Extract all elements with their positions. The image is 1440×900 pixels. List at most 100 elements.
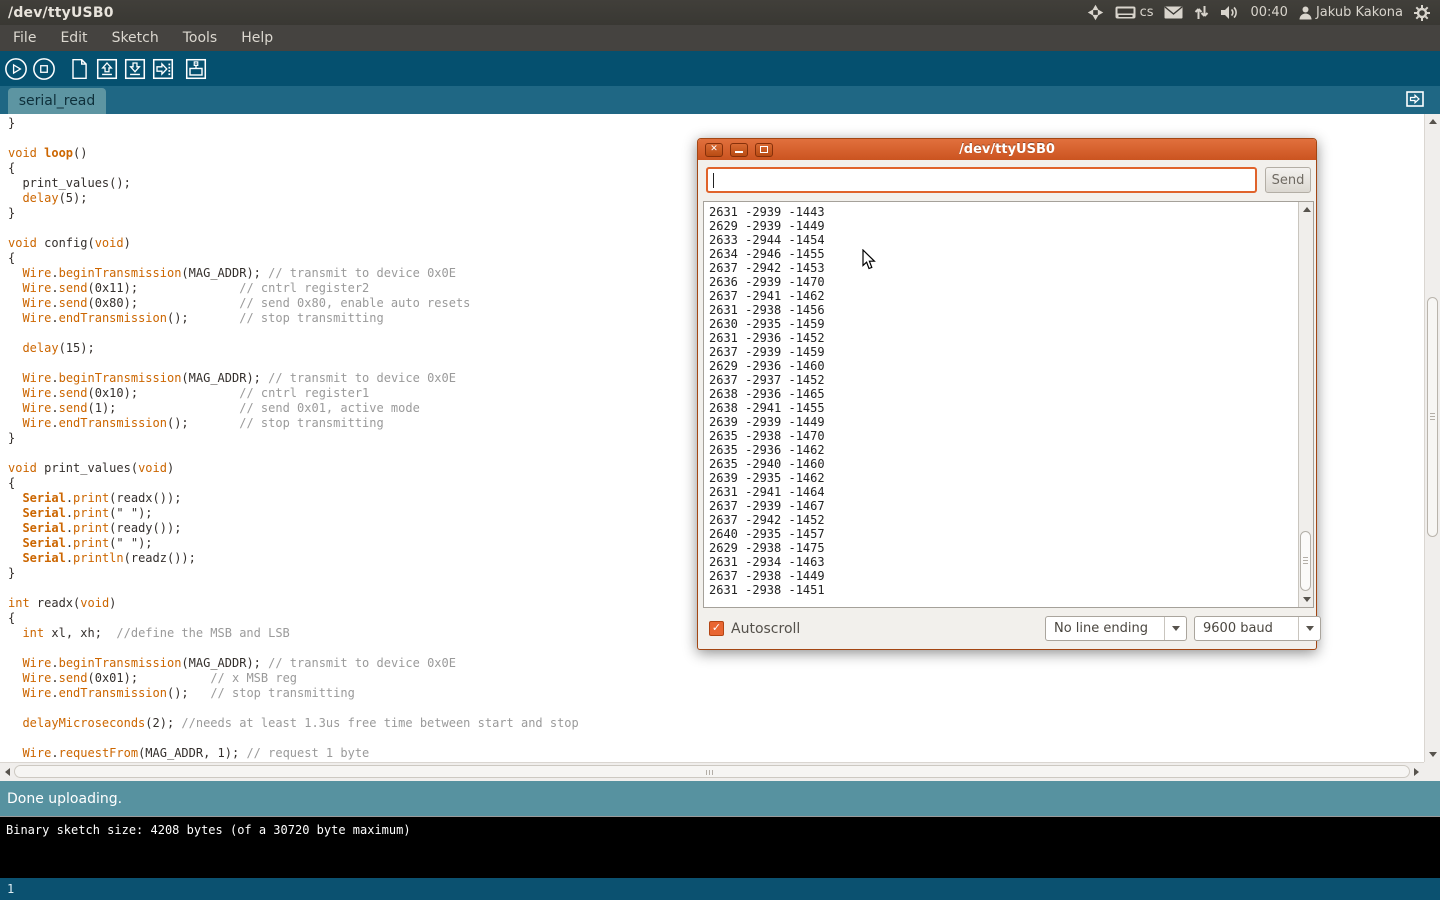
serial-scroll-thumb[interactable] [1300, 531, 1311, 591]
code-line [8, 731, 1424, 746]
serial-row: 2637 -2937 -1452 [709, 373, 1313, 387]
verify-button[interactable] [4, 57, 28, 81]
tab-menu-arrow-icon [1406, 91, 1424, 107]
scroll-grip [706, 770, 713, 775]
code-line: } [8, 116, 1424, 131]
username-label: Jakub Kakona [1316, 5, 1403, 20]
dropdown-arrow-button[interactable] [1164, 617, 1186, 640]
mail-icon[interactable] [1164, 6, 1183, 19]
tab-label: serial_read [19, 93, 96, 109]
serial-row: 2631 -2934 -1463 [709, 555, 1313, 569]
dropdown-arrow-button[interactable] [1298, 617, 1320, 640]
serial-row: 2631 -2941 -1464 [709, 485, 1313, 499]
serial-monitor-title: /dev/ttyUSB0 [698, 142, 1316, 157]
session-gear-icon[interactable] [1414, 5, 1430, 21]
send-button[interactable]: Send [1265, 167, 1311, 193]
serial-row: 2637 -2942 -1452 [709, 513, 1313, 527]
keyboard-icon [1115, 6, 1136, 19]
line-number: 1 [7, 882, 14, 896]
editor-vscroll-thumb[interactable] [1427, 297, 1438, 537]
menu-item-help[interactable]: Help [229, 25, 285, 51]
editor-hscroll-thumb[interactable] [14, 765, 1410, 778]
close-icon: ✕ [710, 145, 718, 154]
build-console: Binary sketch size: 4208 bytes (of a 307… [0, 816, 1440, 878]
sync-pinwheel-icon[interactable] [1087, 4, 1104, 21]
verify-icon [4, 57, 28, 81]
serial-row: 2633 -2944 -1454 [709, 233, 1313, 247]
chevron-down-icon [1306, 626, 1314, 631]
menu-item-file[interactable]: File [1, 25, 48, 51]
serial-row: 2630 -2935 -1459 [709, 317, 1313, 331]
tab-menu-button[interactable] [1406, 91, 1424, 107]
scrollbar-corner [1424, 762, 1440, 781]
serial-monitor-window: /dev/ttyUSB0 ✕ Send 2631 -2939 -14432629… [697, 138, 1317, 650]
volume-icon[interactable] [1220, 5, 1239, 20]
baud-rate-value: 9600 baud [1195, 617, 1298, 640]
network-icon[interactable] [1194, 5, 1209, 20]
menu-item-edit[interactable]: Edit [48, 25, 99, 51]
code-line: Wire.requestFrom(MAG_ADDR, 1); // reques… [8, 746, 1424, 761]
serial-monitor-controls: Autoscroll No line ending 9600 baud [708, 615, 1310, 642]
send-button-label: Send [1272, 173, 1305, 188]
scroll-up-arrow-icon[interactable] [1429, 119, 1437, 124]
autoscroll-checkbox[interactable] [709, 621, 724, 636]
clock-indicator[interactable]: 00:40 [1250, 5, 1287, 20]
line-number-bar: 1 [0, 878, 1440, 900]
serial-row: 2637 -2939 -1467 [709, 499, 1313, 513]
line-ending-dropdown[interactable]: No line ending [1045, 616, 1187, 641]
keyboard-layout-indicator[interactable]: cs [1115, 5, 1154, 20]
menu-item-tools[interactable]: Tools [171, 25, 230, 51]
maximize-icon [760, 146, 768, 153]
console-output: Binary sketch size: 4208 bytes (of a 307… [6, 823, 411, 837]
serial-row: 2631 -2936 -1452 [709, 331, 1313, 345]
code-line: Wire.beginTransmission(MAG_ADDR); // tra… [8, 656, 1424, 671]
scroll-down-arrow-icon[interactable] [1429, 752, 1437, 757]
serial-row: 2637 -2939 -1459 [709, 345, 1313, 359]
new-sketch-icon [67, 57, 91, 81]
maximize-button[interactable] [755, 143, 773, 157]
serial-row: 2629 -2936 -1460 [709, 359, 1313, 373]
serial-row: 2631 -2938 -1456 [709, 303, 1313, 317]
serial-row: 2629 -2938 -1475 [709, 541, 1313, 555]
save-button[interactable] [123, 57, 147, 81]
minimize-icon [735, 151, 743, 153]
serial-scrollbar[interactable] [1298, 202, 1313, 607]
serial-send-input[interactable] [706, 167, 1257, 193]
baud-rate-dropdown[interactable]: 9600 baud [1194, 616, 1321, 641]
scroll-grip [1303, 557, 1308, 566]
serial-monitor-titlebar[interactable]: /dev/ttyUSB0 ✕ [698, 139, 1316, 160]
code-line [8, 701, 1424, 716]
serial-row: 2634 -2946 -1455 [709, 247, 1313, 261]
user-indicator[interactable]: Jakub Kakona [1299, 5, 1403, 20]
menu-item-sketch[interactable]: Sketch [100, 25, 171, 51]
scroll-down-arrow-icon[interactable] [1303, 597, 1311, 602]
scroll-right-arrow-icon[interactable] [1414, 768, 1419, 776]
close-button[interactable]: ✕ [705, 143, 723, 157]
open-button[interactable] [95, 57, 119, 81]
open-icon [95, 57, 119, 81]
system-tray: cs 00:40 Jakub Kakona [1087, 4, 1440, 21]
serial-output-area[interactable]: 2631 -2939 -14432629 -2939 -14492633 -29… [703, 201, 1314, 608]
status-bar: Done uploading. [0, 781, 1440, 816]
scroll-left-arrow-icon[interactable] [5, 768, 10, 776]
new-sketch-button[interactable] [67, 57, 91, 81]
editor-horizontal-scrollbar[interactable] [0, 762, 1424, 781]
mouse-cursor [862, 249, 876, 270]
serial-row: 2638 -2941 -1455 [709, 401, 1313, 415]
serial-monitor-icon [184, 57, 208, 81]
serial-row: 2638 -2936 -1465 [709, 387, 1313, 401]
stop-button[interactable] [32, 57, 56, 81]
serial-monitor-button[interactable] [184, 57, 208, 81]
serial-row: 2639 -2939 -1449 [709, 415, 1313, 429]
menu-bar: FileEditSketchToolsHelp [0, 25, 1440, 51]
minimize-button[interactable] [730, 143, 748, 157]
serial-row: 2629 -2939 -1449 [709, 219, 1313, 233]
editor-vertical-scrollbar[interactable] [1424, 114, 1440, 762]
text-caret [713, 173, 714, 188]
scroll-up-arrow-icon[interactable] [1303, 207, 1311, 212]
status-message: Done uploading. [7, 791, 122, 807]
upload-button[interactable] [151, 57, 175, 81]
serial-row: 2631 -2939 -1443 [709, 205, 1313, 219]
code-line: Wire.endTransmission(); // stop transmit… [8, 686, 1424, 701]
tab-serial-read[interactable]: serial_read [8, 88, 106, 114]
